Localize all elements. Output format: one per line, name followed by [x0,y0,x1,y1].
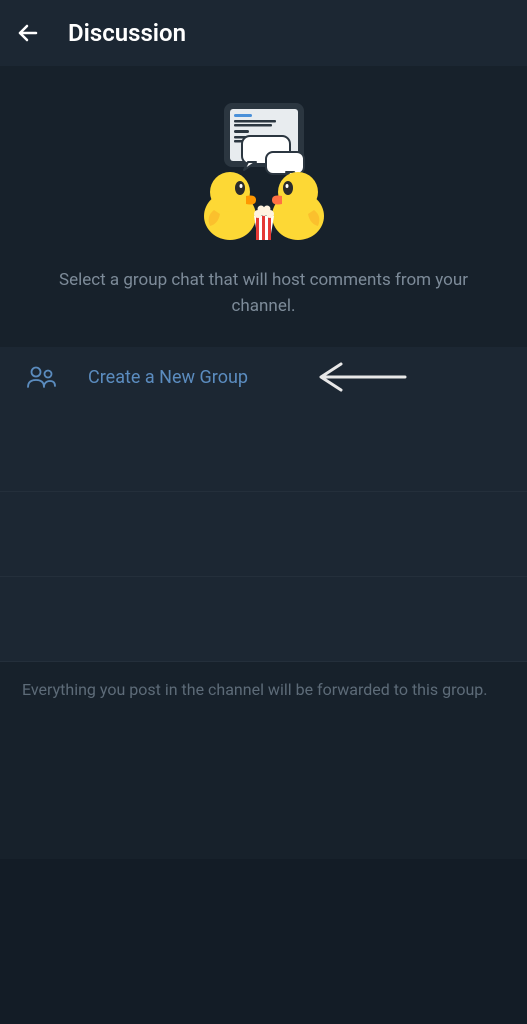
list-row-placeholder [0,492,527,577]
hero-description: Select a group chat that will host comme… [40,268,487,319]
people-icon [26,365,58,389]
pointer-arrow-icon [317,362,407,392]
page-title: Discussion [68,19,186,47]
discussion-illustration [184,98,344,248]
background-fill [0,859,527,1024]
back-arrow-icon [16,21,40,45]
create-group-label: Create a New Group [88,367,248,388]
back-button[interactable] [16,21,40,45]
footer-info-section: Everything you post in the channel will … [0,662,527,859]
list-row-placeholder [0,577,527,662]
footer-description: Everything you post in the channel will … [22,678,505,702]
list-row-placeholder [0,407,527,492]
group-list: Create a New Group [0,347,527,407]
app-header: Discussion [0,0,527,66]
empty-list-area [0,407,527,662]
create-group-button[interactable]: Create a New Group [0,347,527,407]
hero-section: Select a group chat that will host comme… [0,66,527,347]
